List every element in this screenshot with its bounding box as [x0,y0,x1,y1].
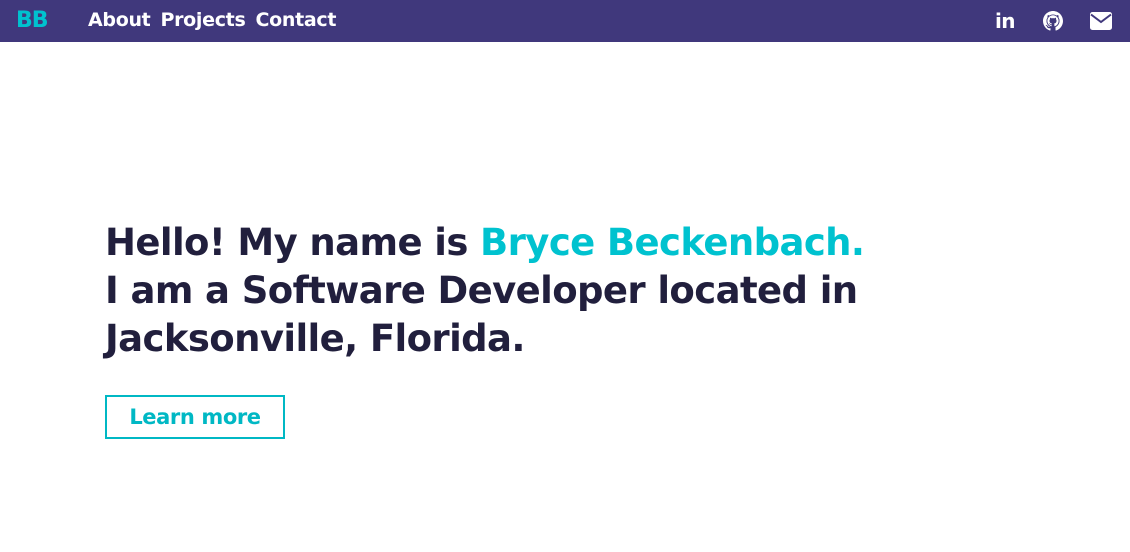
hero-line-3: Jacksonville, Florida. [105,317,525,360]
learn-more-button[interactable]: Learn more [105,395,285,439]
github-icon[interactable] [1042,10,1064,32]
hero-section: Hello! My name is Bryce Beckenbach. I am… [105,219,1005,363]
mail-icon-svg [1090,12,1112,30]
hero-greeting-prefix: Hello! My name is [105,221,481,264]
navbar: BB About Projects Contact in [0,0,1130,42]
nav-link-about[interactable]: About [88,8,151,32]
social-icons: in [994,0,1112,42]
nav-link-contact[interactable]: Contact [255,8,336,32]
hero-name: Bryce Beckenbach. [480,221,865,264]
nav-link-projects[interactable]: Projects [160,8,245,32]
nav-links: About Projects Contact [88,8,336,32]
linkedin-glyph: in [994,9,1016,33]
github-icon-svg [1043,11,1063,31]
logo-link[interactable]: BB [16,7,49,35]
mail-icon[interactable] [1090,10,1112,32]
hero-line-2: I am a Software Developer located in [105,269,858,312]
hero-greeting: Hello! My name is Bryce Beckenbach. [105,219,1005,267]
linkedin-icon[interactable]: in [994,10,1016,32]
